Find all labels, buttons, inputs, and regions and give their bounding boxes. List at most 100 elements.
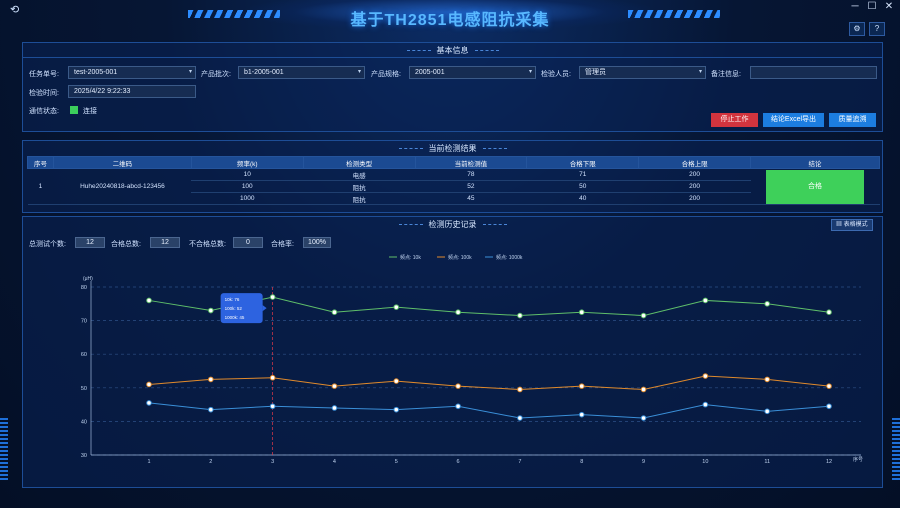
data-point: [764, 301, 770, 307]
col-header: 结论: [750, 156, 880, 169]
x-tick-label: 8: [580, 459, 583, 465]
col-header: 合格下限: [526, 156, 640, 169]
cell-type: 阻抗: [303, 192, 415, 205]
conclusion-badge: 合格: [766, 169, 864, 204]
time-field[interactable]: 2025/4/22 9:22:33: [68, 85, 196, 98]
data-point: [517, 386, 523, 393]
spec-value: 2005-001: [415, 69, 445, 76]
y-tick-label: 40: [81, 419, 87, 425]
table-mode-button[interactable]: ▦ 表格模式: [831, 219, 873, 231]
row-index: 1: [27, 168, 54, 205]
rate-label: 合格率:: [271, 241, 294, 248]
data-point: [393, 304, 400, 310]
data-point: [826, 383, 832, 389]
legend-label: 频点: 100k: [448, 254, 472, 261]
settings-button[interactable]: ⚙: [849, 22, 865, 36]
x-tick-label: 10: [702, 459, 708, 465]
basic-info-panel: 基本信息 任务单号: test-2005-001 ▾ 产品批次: b1-2005…: [22, 42, 883, 132]
chevron-down-icon: ▾: [528, 69, 532, 75]
chevron-down-icon: ▾: [698, 69, 702, 75]
x-tick-label: 1: [147, 459, 150, 465]
table-row[interactable]: 1 Huhe20240818-abcd-123456 10 电感 78 71 2…: [27, 168, 880, 205]
data-point: [640, 415, 647, 421]
stop-button[interactable]: 停止工作: [711, 113, 758, 127]
cell-freq: 1000: [191, 192, 304, 205]
legend-label: 频点: 1000k: [496, 254, 523, 261]
data-point: [331, 309, 338, 316]
x-tick-label: 11: [764, 459, 770, 465]
decor-bars-left: [0, 418, 8, 482]
current-result-panel: 当前检测结果 序号 二维码 频率(k) 检测类型 当前检测值 合格下限 合格上限…: [22, 140, 883, 213]
tooltip-text: 100k: 52: [225, 306, 243, 311]
data-point: [146, 297, 152, 304]
current-result-title: 当前检测结果: [23, 143, 882, 154]
data-point: [269, 374, 276, 381]
cell-low: 50: [526, 180, 639, 193]
inspector-select[interactable]: 管理员 ▾: [579, 66, 706, 79]
data-point: [578, 411, 585, 418]
history-line-chart[interactable]: 304050607080(μH)序号1 2 3 4 5 6 7 8 9 10 11 12频点: 10k…: [23, 251, 884, 487]
col-header: 序号: [27, 156, 54, 169]
decor-stripes-left: [188, 10, 280, 18]
maximize-button[interactable]: ☐: [865, 1, 879, 12]
fail-label: 不合格总数:: [189, 241, 226, 248]
y-axis-label: (μH): [83, 276, 93, 282]
data-point: [640, 312, 647, 319]
data-point: [455, 403, 461, 410]
col-header: 二维码: [52, 156, 192, 169]
data-point: [269, 403, 276, 410]
remark-label: 备注信息:: [711, 71, 741, 78]
col-header: 合格上限: [638, 156, 751, 169]
col-header: 检测类型: [302, 156, 416, 169]
inspector-value: 管理员: [585, 69, 606, 76]
row-qrcode: Huhe20240818-abcd-123456: [53, 168, 192, 205]
export-excel-button[interactable]: 结论Excel导出: [763, 113, 824, 127]
col-header: 频率(k): [190, 156, 304, 169]
minimize-button[interactable]: ─: [848, 1, 862, 12]
x-tick-label: 3: [271, 459, 274, 465]
data-point: [208, 376, 214, 383]
x-tick-label: 5: [395, 459, 398, 465]
basic-info-title: 基本信息: [23, 45, 882, 56]
data-point: [764, 376, 770, 383]
quality-trace-button[interactable]: 质量追溯: [829, 113, 876, 127]
tooltip-text: 10k: 76: [225, 297, 240, 302]
comm-label: 通信状态:: [29, 108, 59, 115]
y-tick-label: 60: [81, 352, 87, 358]
task-select[interactable]: test-2005-001 ▾: [68, 66, 196, 79]
remark-input[interactable]: [750, 66, 877, 79]
tooltip-pointer: [262, 305, 267, 312]
data-point: [578, 383, 585, 389]
help-button[interactable]: ?: [869, 22, 885, 36]
app-window: ⟲ 基于TH2851电感阻抗采集 ─ ☐ ✕ ⚙ ? 基本信息 任务单号: te…: [0, 0, 900, 508]
series-line: [148, 402, 830, 419]
total-label: 总测试个数:: [29, 241, 66, 248]
x-tick-label: 2: [209, 459, 212, 465]
x-tick-label: 6: [457, 459, 460, 465]
data-point: [702, 373, 709, 379]
chevron-down-icon: ▾: [188, 69, 192, 75]
task-label: 任务单号:: [29, 71, 59, 78]
tooltip-text: 1000k: 45: [225, 315, 245, 320]
conclusion-cell: 合格: [750, 168, 880, 205]
spec-select[interactable]: 2005-001 ▾: [409, 66, 536, 79]
close-button[interactable]: ✕: [882, 1, 896, 12]
chevron-down-icon: ▾: [357, 69, 361, 75]
total-value: 12: [75, 237, 105, 248]
data-point: [640, 386, 647, 393]
time-label: 检验时间:: [29, 90, 59, 97]
pass-value: 12: [150, 237, 180, 248]
y-tick-label: 30: [81, 453, 87, 459]
data-point: [393, 406, 400, 413]
data-point: [826, 309, 832, 316]
y-tick-label: 80: [81, 285, 87, 291]
data-point: [331, 405, 338, 411]
back-arrow-icon[interactable]: ⟲: [10, 3, 19, 16]
title-bar: ⟲ 基于TH2851电感阻抗采集 ─ ☐ ✕ ⚙ ?: [0, 0, 900, 36]
pass-label: 合格总数:: [111, 241, 141, 248]
data-point: [146, 381, 152, 388]
cell-high: 200: [638, 168, 751, 181]
cell-low: 40: [526, 192, 639, 205]
batch-select[interactable]: b1-2005-001 ▾: [238, 66, 365, 79]
data-point: [208, 406, 214, 413]
